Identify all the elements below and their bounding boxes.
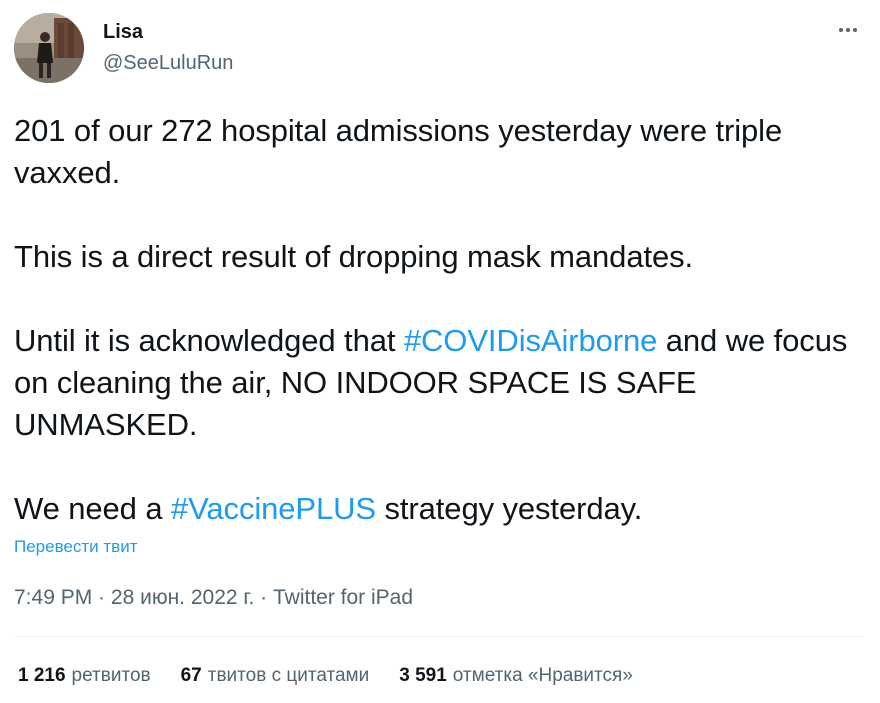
tweet-stats: 1 216 ретвитов 67 твитов с цитатами 3 591 о… [18,664,633,688]
tweet-paragraph: This is a direct result of dropping mask… [14,236,870,278]
quotes-count: 67 [180,665,202,686]
tweet-paragraph: 201 of our 272 hospital admissions yeste… [14,110,870,194]
tweet-date-link[interactable]: 28 июн. 2022 г. [111,586,254,609]
tweet-text-segment: strategy yesterday. [376,491,643,526]
tweet-metadata: 7:49 PM · 28 июн. 2022 г. · Twitter for … [14,585,413,611]
tweet-text-segment: We need a [14,491,171,526]
tweet-time-link[interactable]: 7:49 PM [14,586,92,609]
retweets-stat[interactable]: 1 216 ретвитов [18,664,151,688]
meta-separator: · [254,586,273,609]
likes-count: 3 591 [399,665,447,686]
divider [14,636,864,637]
dot [846,28,850,32]
tweet-text-line: This is a direct result of dropping mask… [14,239,694,274]
display-name[interactable]: Lisa [103,20,143,44]
meta-separator: · [92,586,111,609]
translate-tweet-link[interactable]: Перевести твит [14,536,137,558]
user-handle[interactable]: @SeeLuluRun [103,51,233,75]
hashtag-link-covidisairborne[interactable]: #COVIDisAirborne [404,323,657,358]
likes-stat[interactable]: 3 591 отметка «Нравится» [399,664,633,688]
tweet-text: 201 of our 272 hospital admissions yeste… [14,110,870,530]
tweet-card: Lisa @SeeLuluRun 201 of our 272 hospital… [0,0,880,703]
quote-tweets-stat[interactable]: 67 твитов с цитатами [181,664,370,688]
tweet-source-link[interactable]: Twitter for iPad [273,586,413,609]
likes-label: отметка «Нравится» [452,665,633,686]
tweet-text-segment: Until it is acknowledged that [14,323,404,358]
hashtag-link-vaccineplus[interactable]: #VaccinePLUS [171,491,376,526]
tweet-paragraph: Until it is acknowledged that #COVIDisAi… [14,320,870,446]
quotes-label: твитов с цитатами [207,665,370,686]
more-horizontal-icon[interactable] [834,20,862,40]
avatar[interactable] [14,13,84,83]
tweet-paragraph: We need a #VaccinePLUS strategy yesterda… [14,488,870,530]
dot [839,28,843,32]
dot [853,28,857,32]
profile-photo-icon [14,13,84,83]
retweets-count: 1 216 [18,665,66,686]
retweets-label: ретвитов [71,665,151,686]
tweet-text-line: 201 of our 272 hospital admissions yeste… [14,113,783,190]
